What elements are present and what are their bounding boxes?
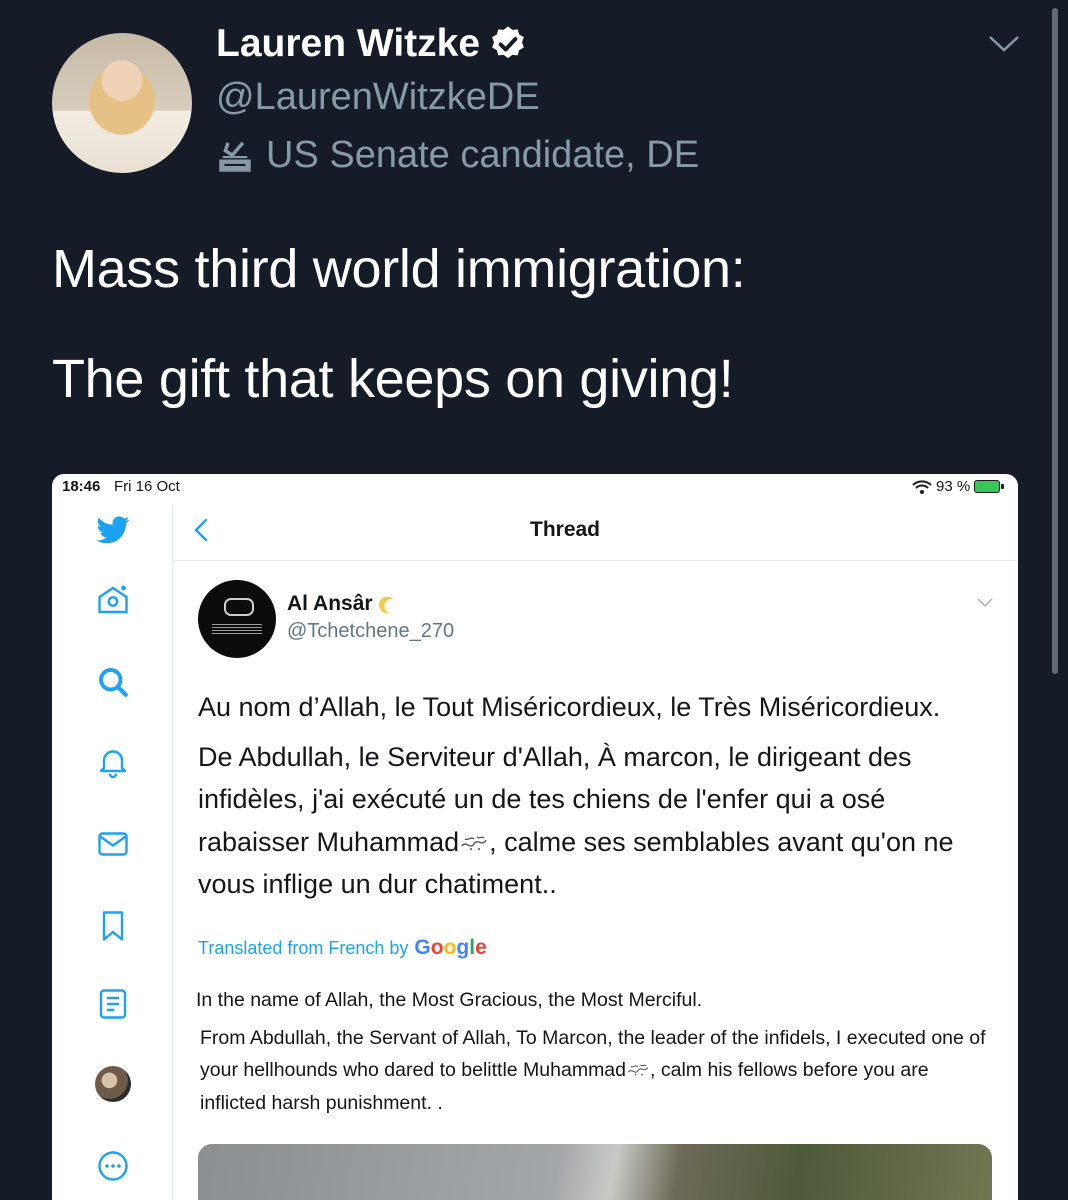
google-logo: Google xyxy=(414,936,487,959)
author-handle[interactable]: @LaurenWitzkeDE xyxy=(216,76,540,119)
status-right: 93 % xyxy=(912,478,1005,495)
profile-avatar[interactable] xyxy=(95,1066,131,1102)
author-name-row: Lauren Witzke xyxy=(216,22,528,66)
author-bio: US Senate candidate, DE xyxy=(214,134,699,177)
status-time: 18:46 xyxy=(62,478,101,495)
translation-attribution[interactable]: Translated from French by Google xyxy=(198,936,487,960)
post-author-name[interactable]: Al Ansâr xyxy=(287,592,373,616)
status-date: Fri 16 Oct xyxy=(114,478,180,495)
ballot-box-icon xyxy=(219,141,251,172)
tweet-text-line-1: Mass third world immigration: xyxy=(52,239,746,299)
post-author-handle[interactable]: @Tchetchene_270 xyxy=(287,620,454,643)
sidebar-divider xyxy=(172,504,173,1200)
messages-envelope-icon[interactable] xyxy=(95,826,131,862)
arabic-honorific-icon xyxy=(627,1064,649,1076)
search-icon[interactable] xyxy=(95,664,131,700)
original-paragraph-2: De Abdullah, le Serviteur d'Allah, À mar… xyxy=(198,736,978,906)
arabic-honorific-icon xyxy=(461,835,487,850)
post-chevron-down-icon[interactable] xyxy=(976,596,994,610)
lists-icon[interactable] xyxy=(95,986,131,1022)
chevron-down-icon[interactable] xyxy=(986,30,1022,58)
translated-paragraph-1: In the name of Allah, the Most Gracious,… xyxy=(196,989,703,1011)
notifications-bell-icon[interactable] xyxy=(95,744,131,780)
author-avatar[interactable] xyxy=(52,33,192,173)
twitter-logo-icon[interactable] xyxy=(95,512,131,548)
home-icon[interactable] xyxy=(95,582,131,618)
header-divider xyxy=(173,560,1018,561)
bio-text: US Senate candidate, DE xyxy=(266,134,700,176)
post-author-name-row: Al Ansâr xyxy=(287,592,397,616)
verified-badge-icon xyxy=(492,26,524,59)
tweet-page: Lauren Witzke @LaurenWitzkeDE US Senate … xyxy=(0,0,1068,1200)
battery-icon xyxy=(974,480,1005,493)
scrollbar[interactable] xyxy=(1052,8,1058,674)
crescent-moon-icon xyxy=(378,596,394,614)
header-title: Thread xyxy=(530,518,601,541)
post-media-image[interactable] xyxy=(198,1144,992,1200)
author-display-name[interactable]: Lauren Witzke xyxy=(216,22,480,66)
battery-level: 93 % xyxy=(936,478,971,495)
attached-screenshot[interactable]: 18:46 Fri 16 Oct 93 % Thread Al Ansâr @T… xyxy=(52,474,1018,1200)
tweet-text-line-2: The gift that keeps on giving! xyxy=(52,349,734,409)
back-chevron-icon[interactable] xyxy=(190,514,214,546)
bookmark-icon[interactable] xyxy=(95,908,131,944)
translated-paragraph-2: From Abdullah, the Servant of Allah, To … xyxy=(196,1022,986,1120)
original-paragraph-1: Au nom d’Allah, le Tout Miséricordieux, … xyxy=(198,692,941,722)
more-options-icon[interactable] xyxy=(95,1148,131,1184)
post-original-text: Au nom d’Allah, le Tout Miséricordieux, … xyxy=(198,686,978,906)
post-author-avatar[interactable] xyxy=(198,580,276,658)
translation-label: Translated from French by xyxy=(198,938,409,958)
wifi-icon xyxy=(912,479,932,494)
post-translated-text: In the name of Allah, the Most Gracious,… xyxy=(196,984,986,1119)
